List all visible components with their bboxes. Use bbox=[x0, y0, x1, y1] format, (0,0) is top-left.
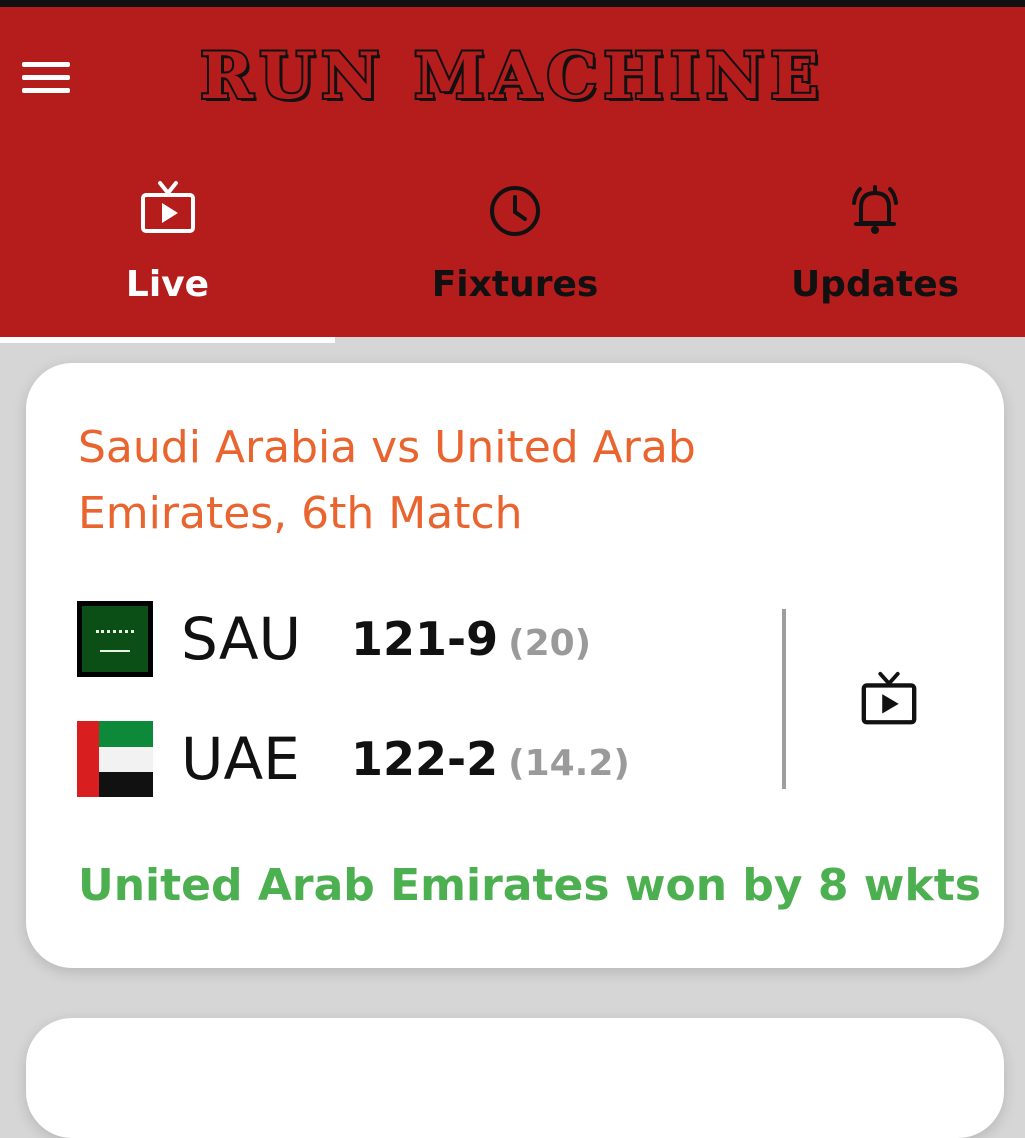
tab-updates[interactable]: Updates bbox=[705, 167, 1025, 337]
app-header: RUN MACHINE Live Fixtures Updates bbox=[0, 7, 1025, 343]
bell-icon bbox=[852, 185, 898, 234]
team-score: 121-9 (20) bbox=[351, 612, 592, 666]
tab-live-label: Live bbox=[125, 264, 210, 305]
tab-bar: Live Fixtures Updates bbox=[0, 167, 1025, 337]
card-divider bbox=[782, 609, 786, 789]
clock-icon bbox=[490, 186, 540, 236]
live-tv-icon[interactable] bbox=[858, 668, 920, 730]
status-bar-edge bbox=[0, 0, 1025, 7]
tab-live[interactable]: Live bbox=[0, 167, 335, 337]
match-card[interactable] bbox=[26, 1018, 1004, 1138]
live-tv-icon bbox=[140, 181, 195, 233]
team-row: UAE 122-2 (14.2) bbox=[77, 719, 737, 799]
active-tab-indicator bbox=[0, 337, 335, 343]
match-result: United Arab Emirates won by 8 wkts bbox=[78, 860, 981, 911]
tab-fixtures-label: Fixtures bbox=[431, 264, 599, 305]
tab-updates-label: Updates bbox=[790, 264, 960, 305]
team-score: 122-2 (14.2) bbox=[351, 732, 630, 786]
team-code: UAE bbox=[181, 725, 300, 793]
team-overs: (20) bbox=[508, 623, 592, 664]
team-code: SAU bbox=[181, 605, 302, 673]
team-row: SAU 121-9 (20) bbox=[77, 599, 737, 679]
saudi-arabia-flag-icon bbox=[77, 601, 153, 677]
app-title: RUN MACHINE bbox=[198, 37, 825, 116]
match-title: Saudi Arabia vs United Arab Emirates, 6t… bbox=[78, 422, 696, 539]
team-overs: (14.2) bbox=[508, 743, 630, 784]
tab-fixtures[interactable]: Fixtures bbox=[345, 167, 685, 337]
uae-flag-icon bbox=[77, 721, 153, 797]
match-card[interactable]: Saudi Arabia vs United Arab Emirates, 6t… bbox=[26, 363, 1004, 968]
